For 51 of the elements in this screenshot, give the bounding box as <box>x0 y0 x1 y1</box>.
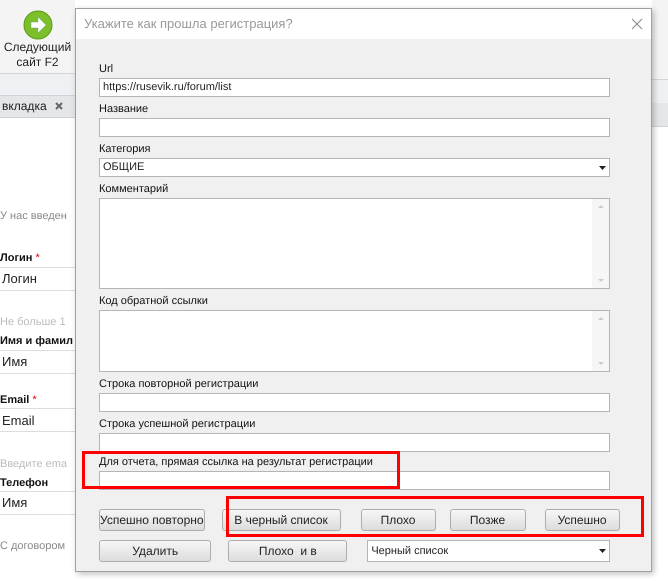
scroll-up-icon[interactable] <box>598 205 604 208</box>
required-mark: * <box>32 392 37 408</box>
close-icon[interactable] <box>54 102 63 110</box>
field-label: Комментарий <box>99 182 170 197</box>
dialog-button[interactable]: Плохо <box>360 509 436 531</box>
field-label: Url <box>99 62 114 77</box>
dialog-button[interactable]: Плохо и в <box>228 540 348 562</box>
info-text: У нас введен <box>0 210 67 222</box>
toolbar-label: сайт F2 <box>16 55 59 70</box>
input-field[interactable]: Имя <box>0 350 75 374</box>
field-label: Имя и фамил <box>0 334 73 350</box>
input-field[interactable]: Имя <box>0 491 75 516</box>
close-icon[interactable] <box>631 18 643 30</box>
text-area[interactable] <box>99 310 610 372</box>
dialog-button[interactable]: В черный список <box>222 509 341 531</box>
dropdown-arrow-icon <box>599 549 606 553</box>
dialog-title: Укажите как прошла регистрация? <box>84 15 293 34</box>
input-field[interactable] <box>99 471 610 490</box>
field-label: Логин <box>0 251 32 266</box>
input-field[interactable] <box>99 118 610 137</box>
scroll-down-icon[interactable] <box>598 362 604 365</box>
field-label: Телефон <box>0 476 48 491</box>
select-field[interactable]: Черный список <box>367 540 610 562</box>
scroll-up-icon[interactable] <box>598 317 604 320</box>
input-field[interactable]: Логин <box>0 266 75 291</box>
scrollbar[interactable] <box>592 199 609 288</box>
input-field[interactable] <box>99 393 610 412</box>
field-label: Для отчета, прямая ссылка на результат регистрации <box>99 455 374 470</box>
required-mark: * <box>35 251 40 266</box>
dialog-button[interactable]: Успешно <box>544 509 620 531</box>
dialog-button[interactable]: Позже <box>450 509 526 531</box>
info-text: С договором <box>0 540 66 552</box>
dialog-button[interactable]: Успешно повторно <box>99 509 205 531</box>
dialog-button[interactable]: Удалить <box>99 540 212 562</box>
scrollbar[interactable] <box>592 311 609 371</box>
hint-text: Введите ema <box>0 458 67 470</box>
field-label: Название <box>99 102 150 117</box>
text-area[interactable] <box>99 198 610 289</box>
field-label: Категория <box>99 142 152 157</box>
scroll-down-icon[interactable] <box>598 279 604 282</box>
input-field[interactable]: https://rusevik.ru/forum/list <box>99 78 610 97</box>
toolbar-label: Следующий <box>4 40 72 55</box>
field-label: Строка повторной регистрации <box>99 377 260 392</box>
input-field[interactable]: Email <box>0 408 75 432</box>
select-field[interactable]: ОБЩИЕ <box>99 158 610 177</box>
dropdown-arrow-icon <box>599 166 606 170</box>
field-label: Код обратной ссылки <box>99 294 209 309</box>
field-label: Email <box>0 392 30 408</box>
hint-text: Не больше 1 <box>0 316 66 328</box>
input-field[interactable] <box>99 433 610 452</box>
field-label: Строка успешной регистрации <box>99 417 256 432</box>
